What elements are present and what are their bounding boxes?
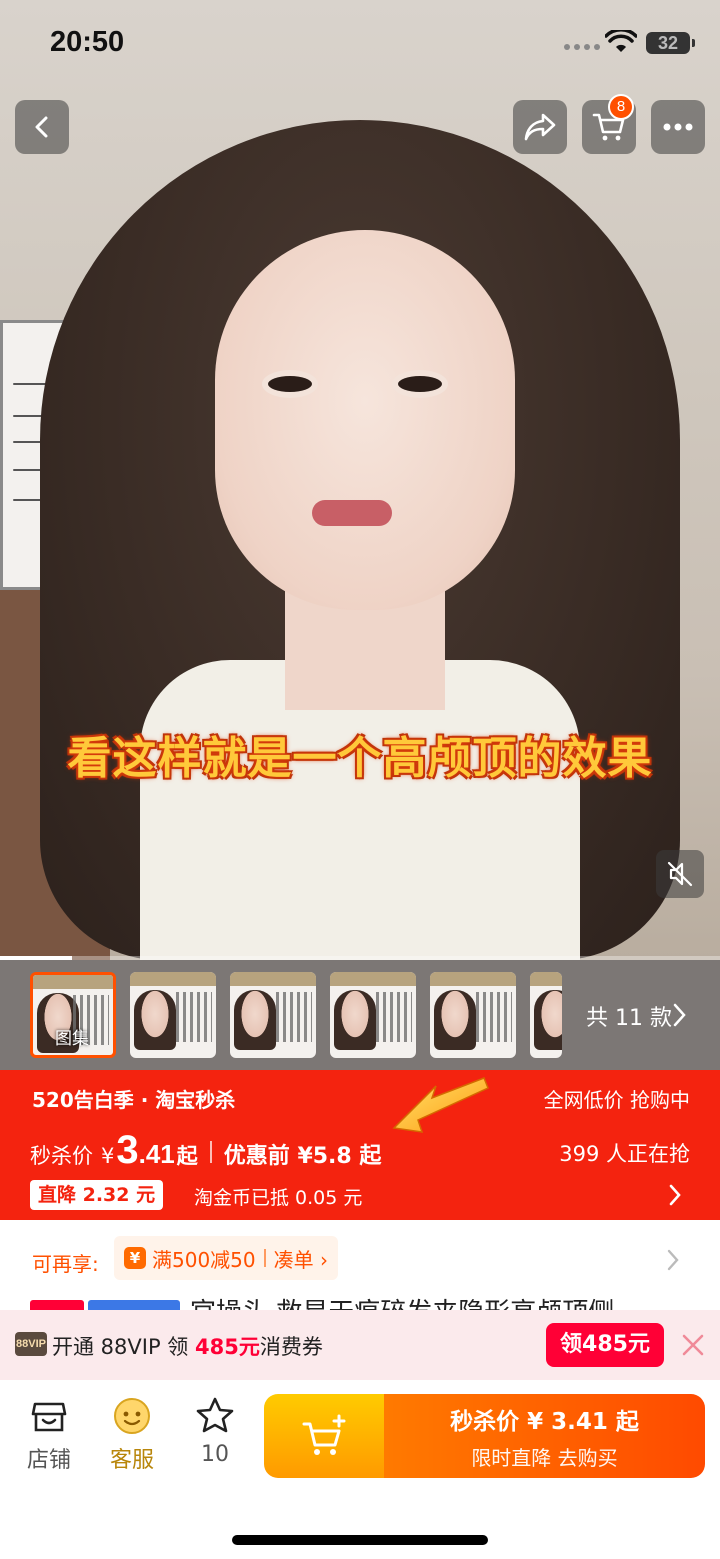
thumbnail-variant[interactable] <box>330 972 416 1058</box>
speaker-muted-icon <box>667 861 693 887</box>
coupon-discount: 满500减50 <box>152 1247 256 1272</box>
customer-service-button[interactable]: 客服 <box>92 1396 172 1474</box>
signal-icon <box>564 44 600 50</box>
coupon-label: 可再享: <box>32 1252 99 1276</box>
price-divider <box>209 1141 212 1163</box>
add-to-cart-button[interactable] <box>264 1394 384 1478</box>
buyer-count: 399 人正在抢 <box>559 1142 690 1166</box>
vip-logo: 88VIP <box>15 1332 47 1356</box>
currency-symbol: ¥ <box>101 1144 115 1168</box>
pointer-arrow-icon <box>392 1077 489 1133</box>
vip-offer-text: 开通 88VIP 领 485元消费券 <box>52 1335 323 1359</box>
chevron-right-icon <box>669 1184 681 1206</box>
coupon-yen-icon: ¥ <box>124 1247 146 1269</box>
vip-coupon-bar[interactable]: 88VIP 开通 88VIP 领 485元消费券 领485元 <box>0 1310 720 1380</box>
status-time: 20:50 <box>50 26 125 58</box>
back-button[interactable] <box>15 100 69 154</box>
model-lips <box>312 500 392 526</box>
price-integer: 3 <box>116 1128 139 1172</box>
status-bar: 20:50 32 <box>0 0 720 90</box>
coin-offset-text: 淘金币已抵 0.05 元 <box>194 1187 363 1209</box>
gallery-label: 图集 <box>55 1029 89 1049</box>
buy-now-button[interactable]: 秒杀价 ¥ 3.41 起 限时直降 去购买 <box>384 1394 705 1478</box>
cart-button[interactable]: 8 <box>582 94 636 154</box>
price-label: 秒杀价 <box>30 1144 93 1168</box>
chevron-right-icon <box>667 1249 679 1271</box>
close-icon[interactable] <box>680 1332 706 1358</box>
sale-event-title: 520告白季 · 淘宝秒杀 <box>32 1088 236 1112</box>
price-row: 秒杀价 ¥ 3 .41 起 优惠前 ¥5.8 起 <box>30 1128 381 1173</box>
coupon-pill[interactable]: ¥ 满500减50 凑单 › <box>114 1236 338 1280</box>
home-indicator[interactable] <box>232 1535 488 1545</box>
shop-icon <box>31 1402 67 1432</box>
share-button[interactable] <box>513 100 567 154</box>
shop-button[interactable]: 店铺 <box>9 1396 89 1474</box>
combine-order-link[interactable]: 凑单 › <box>274 1244 328 1273</box>
thumbnail-variant[interactable] <box>430 972 516 1058</box>
lowest-price-tag: 全网低价 抢购中 <box>543 1088 690 1112</box>
direct-drop-badge: 直降 2.32 元 <box>30 1180 164 1210</box>
buy-now-price: 秒杀价 ¥ 3.41 起 <box>450 1409 639 1435</box>
flash-sale-banner[interactable]: 520告白季 · 淘宝秒杀 全网低价 抢购中 秒杀价 ¥ 3 .41 起 优惠前… <box>0 1070 720 1220</box>
thumbnail-gallery[interactable]: 图集 <box>30 972 116 1058</box>
chevron-right-icon <box>673 1003 686 1027</box>
more-dots-icon <box>663 123 693 131</box>
buy-button-group: 秒杀价 ¥ 3.41 起 限时直降 去购买 <box>264 1394 705 1478</box>
cart-count-badge: 8 <box>608 94 634 120</box>
original-price: 优惠前 ¥5.8 起 <box>223 1144 382 1169</box>
buy-now-subtext: 限时直降 去购买 <box>471 1446 618 1470</box>
model-eye-right <box>392 370 448 398</box>
thumbnail-variant[interactable] <box>130 972 216 1058</box>
price-suffix: 起 <box>176 1144 198 1168</box>
mute-button[interactable] <box>656 850 704 898</box>
variant-count-link[interactable]: 共 11 款 <box>586 1000 672 1032</box>
shop-label: 店铺 <box>26 1448 71 1473</box>
model-face <box>215 230 515 610</box>
customer-service-icon <box>114 1398 150 1434</box>
price-decimal: .41 <box>138 1139 175 1169</box>
bottom-action-bar: 店铺 客服 10 秒杀价 ¥ 3.41 起 限时直降 去购买 <box>0 1380 720 1559</box>
more-button[interactable] <box>651 100 705 154</box>
star-icon <box>196 1397 234 1433</box>
battery-icon: 32 <box>646 32 695 54</box>
add-cart-icon <box>302 1414 346 1455</box>
thumbnail-variant[interactable] <box>230 972 316 1058</box>
chevron-left-icon <box>35 116 48 138</box>
favorite-button[interactable]: 10 <box>175 1396 255 1467</box>
favorite-count: 10 <box>201 1442 229 1467</box>
coupon-row[interactable]: 可再享: ¥ 满500减50 凑单 › <box>0 1220 720 1300</box>
wifi-icon <box>605 30 637 52</box>
model-eye-left <box>262 370 318 398</box>
video-caption: 看这样就是一个高颅顶的效果 <box>67 733 653 784</box>
share-icon <box>524 113 556 141</box>
coupon-divider <box>263 1249 266 1267</box>
claim-coupon-button[interactable]: 领485元 <box>546 1323 664 1367</box>
customer-service-label: 客服 <box>109 1448 154 1473</box>
thumbnail-variant[interactable] <box>530 972 562 1058</box>
